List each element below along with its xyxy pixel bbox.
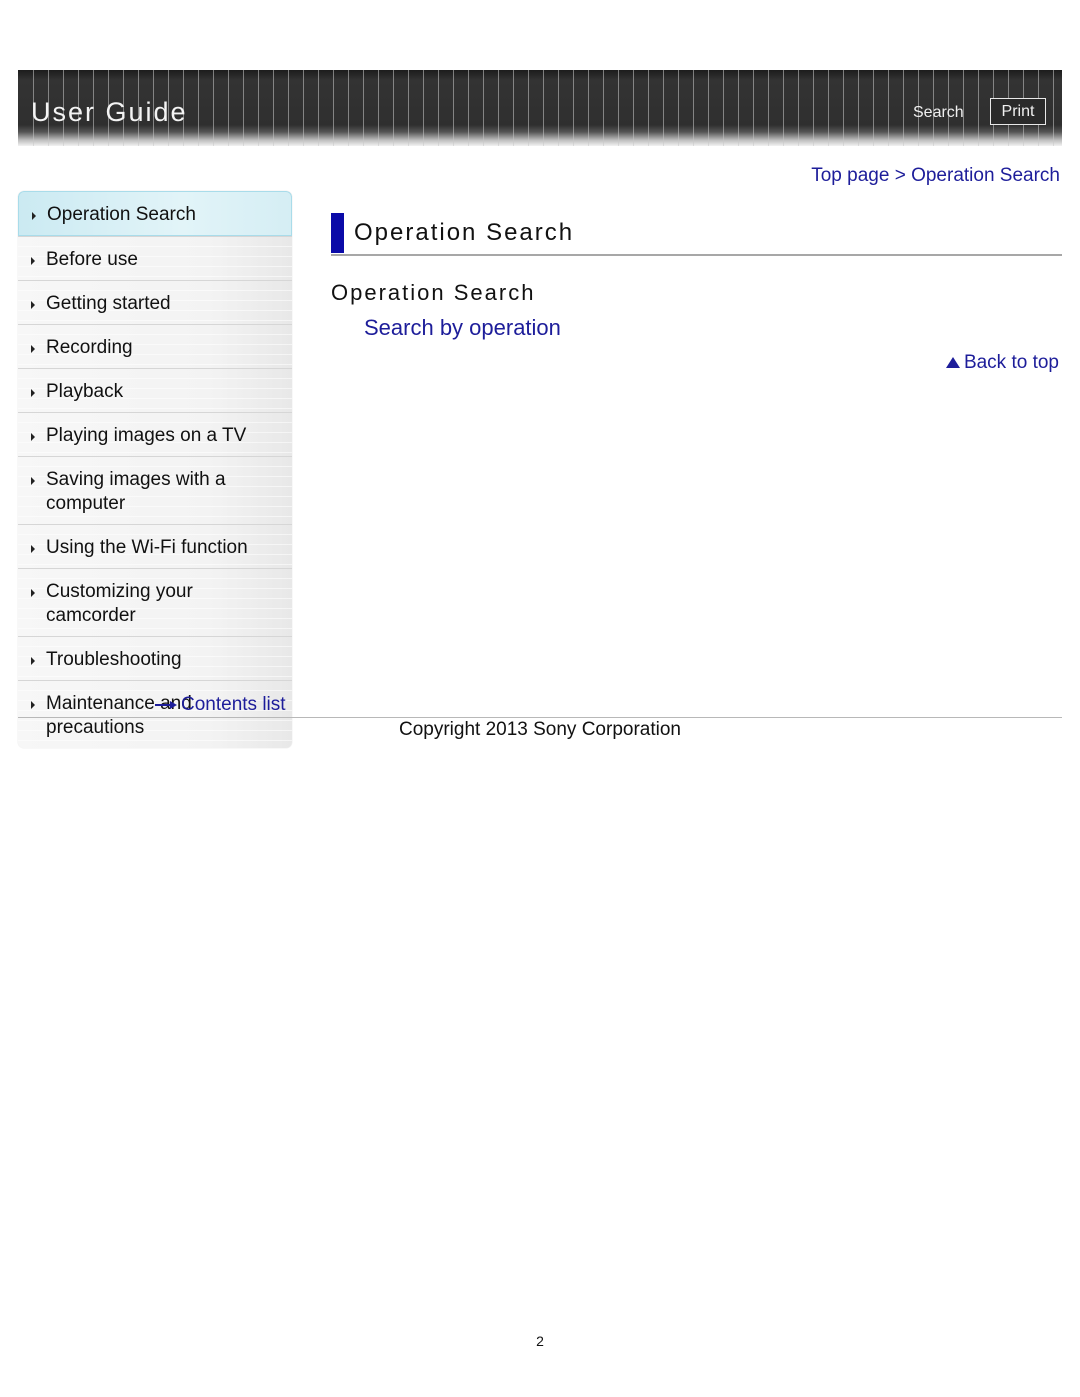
heading-accent-bar (331, 213, 344, 253)
sidebar-item-label: Using the Wi-Fi function (46, 537, 248, 558)
page-title: Operation Search (354, 219, 575, 246)
sidebar-item-label: Operation Search (47, 204, 196, 225)
sidebar-nav: Operation Search Before use Getting star… (18, 191, 292, 748)
sidebar-item-label: Troubleshooting (46, 649, 182, 670)
breadcrumb-current[interactable]: Operation Search (911, 165, 1060, 186)
breadcrumb-separator: > (894, 165, 912, 186)
breadcrumb: Top page > Operation Search (811, 165, 1060, 187)
page-number: 2 (536, 1333, 544, 1349)
search-by-operation-link[interactable]: Search by operation (364, 315, 561, 341)
back-to-top-link[interactable]: Back to top (945, 352, 1059, 374)
sidebar-item-label: Playback (46, 381, 124, 402)
sidebar-item-label: Getting started (46, 293, 171, 314)
triangle-right-icon (31, 657, 35, 665)
triangle-up-icon (945, 357, 960, 368)
sidebar-item-customizing[interactable]: Customizing your camcorder (18, 568, 292, 636)
sidebar-item-label: Recording (46, 337, 133, 358)
triangle-right-icon (31, 589, 35, 597)
contents-list-link[interactable]: Contents list (155, 694, 286, 716)
triangle-right-icon (31, 389, 35, 397)
sidebar-item-before-use[interactable]: Before use (18, 236, 292, 280)
sidebar-item-label: Playing images on a TV (46, 425, 247, 446)
sidebar-item-label: Saving images with a computer (46, 469, 226, 514)
copyright-text: Copyright 2013 Sony Corporation (398, 719, 681, 740)
sidebar-item-troubleshooting[interactable]: Troubleshooting (18, 636, 292, 680)
sidebar-item-saving-images-computer[interactable]: Saving images with a computer (18, 456, 292, 524)
sidebar-item-recording[interactable]: Recording (18, 324, 292, 368)
triangle-right-icon (31, 345, 35, 353)
sidebar-item-playback[interactable]: Playback (18, 368, 292, 412)
page-heading: Operation Search (331, 213, 1062, 256)
triangle-right-icon (31, 701, 35, 709)
footer-divider (18, 717, 1062, 718)
contents-list-label: Contents list (181, 694, 286, 715)
triangle-right-icon (31, 257, 35, 265)
header-banner: User Guide Search Print (18, 70, 1062, 146)
sidebar-item-wifi-function[interactable]: Using the Wi-Fi function (18, 524, 292, 568)
sidebar-item-label: Customizing your camcorder (46, 581, 193, 626)
section-title: Operation Search (331, 280, 536, 305)
triangle-right-icon (31, 477, 35, 485)
app-title: User Guide (31, 97, 188, 127)
breadcrumb-top-page[interactable]: Top page (811, 165, 889, 186)
triangle-right-icon (32, 212, 36, 220)
print-button[interactable]: Print (990, 98, 1046, 125)
search-link[interactable]: Search (913, 104, 964, 122)
sidebar-item-label: Before use (46, 249, 138, 270)
triangle-right-icon (31, 545, 35, 553)
sidebar-item-operation-search[interactable]: Operation Search (18, 191, 292, 236)
back-to-top-label: Back to top (963, 352, 1059, 373)
arrow-right-icon (155, 700, 177, 709)
triangle-right-icon (31, 301, 35, 309)
sidebar-item-playing-images-tv[interactable]: Playing images on a TV (18, 412, 292, 456)
sidebar-item-getting-started[interactable]: Getting started (18, 280, 292, 324)
triangle-right-icon (31, 433, 35, 441)
